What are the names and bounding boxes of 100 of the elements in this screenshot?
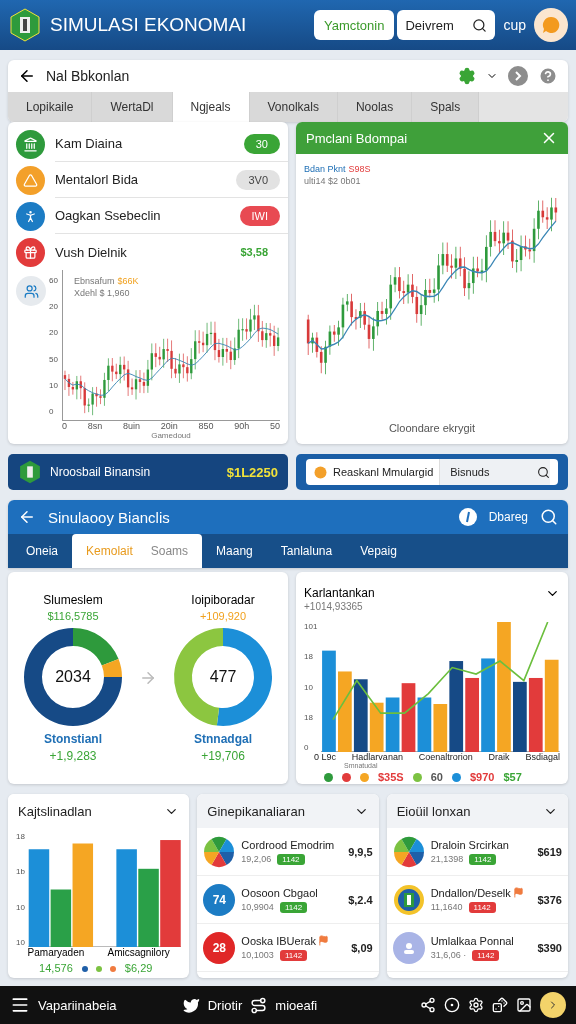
item-name[interactable]: Oagkan Ssebeclin	[55, 208, 161, 223]
axis-tick: 20	[49, 328, 58, 338]
axis-tick: 60	[49, 276, 58, 285]
group-label: Pamaryaden	[27, 947, 85, 958]
search-field[interactable]: Deivrem	[397, 10, 496, 40]
logo-icon	[8, 8, 42, 42]
tab[interactable]: Vonolkals	[249, 92, 338, 122]
axis-tick: 101	[304, 622, 318, 631]
axis-tick: 10	[304, 682, 314, 692]
row-sub: 10,1003	[241, 950, 274, 960]
dice-icon[interactable]	[492, 997, 508, 1013]
item-name[interactable]: Kam Diaina	[55, 136, 123, 151]
group-label: Amicsagnilory	[107, 947, 170, 958]
axis-tick: 0	[49, 406, 55, 416]
chart-label: Bdan Pknt	[304, 164, 346, 174]
donut-title: Ioipiboradar	[191, 593, 255, 607]
help-icon[interactable]	[538, 66, 558, 86]
tab[interactable]: Noolas	[337, 92, 413, 122]
chart-value: S98S	[348, 164, 371, 174]
info-icon[interactable]	[458, 508, 477, 526]
row-value: 9,9,5	[348, 845, 373, 858]
search-field[interactable]: Reaskanl Mmulargid Bisnuds	[306, 459, 558, 485]
row-name[interactable]: Cordrood Emodrim	[241, 838, 335, 851]
bar	[386, 697, 400, 753]
bar	[417, 697, 432, 753]
donut-value: $116,5785	[47, 610, 99, 622]
tab[interactable]: Oneia	[12, 534, 73, 568]
user-label: cup	[503, 17, 526, 33]
tab[interactable]: Maang	[202, 534, 267, 568]
tab[interactable]: Ngjeals	[172, 92, 250, 122]
item-name[interactable]: Vush Dielnik	[55, 244, 127, 260]
axis-label: Gamedoud	[151, 431, 191, 440]
pager-dots-icon[interactable]	[81, 966, 116, 972]
people-icon	[16, 276, 46, 306]
footer-link[interactable]: Driotir	[207, 997, 243, 1013]
axis-tick: 10	[16, 902, 25, 912]
row-name[interactable]: Draloin Srcirkan	[430, 838, 509, 851]
axis-tick: 90h	[234, 421, 250, 431]
chart-title: Karlantankan	[304, 586, 375, 601]
balance-value: $1L2250	[226, 464, 278, 480]
forward-icon[interactable]	[508, 66, 528, 86]
donut-value: +109,920	[199, 610, 247, 622]
donut-center: 477	[209, 668, 237, 686]
target-icon[interactable]	[444, 997, 460, 1013]
axis-tick: 850	[198, 421, 214, 431]
row-name[interactable]: Umlalkaa Ponnal	[430, 934, 514, 947]
axis-tick: 10	[49, 380, 58, 390]
share-icon[interactable]	[420, 997, 436, 1013]
logo-icon	[392, 883, 425, 916]
donut-center: 2034	[55, 668, 91, 686]
tab[interactable]: Spals	[412, 92, 480, 122]
legend-sub: Xdehl $ 1,960	[73, 288, 131, 298]
item-badge: IWI	[239, 205, 280, 226]
back-icon[interactable]	[18, 67, 36, 85]
footer-link[interactable]: mioeafi	[275, 997, 412, 1013]
donut-label: Stonstianl	[44, 732, 102, 746]
row-name[interactable]: Dndallon/Deselk	[430, 886, 511, 899]
row-name[interactable]: Oosoon Cbgaol	[241, 886, 318, 899]
row-sub: 31,6,06 ·	[430, 950, 467, 960]
chart-sub: ulti14 $2 0b01	[304, 176, 362, 186]
change-badge: 1142	[279, 901, 308, 913]
bar	[402, 683, 416, 753]
item-name[interactable]: Mentalorl Bida	[55, 172, 139, 187]
logo-icon	[18, 460, 42, 484]
donut-title: Slumeslem	[43, 593, 103, 607]
tab[interactable]: Vepaig	[346, 534, 411, 568]
tab[interactable]: Tanlaluna	[266, 534, 347, 568]
menu-icon[interactable]	[10, 995, 30, 1015]
item-badge: 3V0	[236, 169, 280, 190]
search-icon[interactable]	[472, 17, 488, 33]
row-name[interactable]: Ooska IBUerak	[241, 934, 316, 947]
legend-value: $35S	[378, 771, 404, 784]
avatar-icon[interactable]	[534, 8, 568, 42]
action-link[interactable]: Dbareg	[488, 510, 528, 524]
row-sub: 21,1398	[430, 854, 464, 864]
search-icon[interactable]	[537, 465, 550, 479]
row-value: $376	[537, 893, 562, 906]
card-title: Eioüil lonxan	[396, 803, 471, 819]
axis-label: Draik	[488, 752, 510, 763]
change-badge: 1142	[468, 901, 496, 913]
bird-icon[interactable]	[182, 996, 200, 1014]
axis-tick: 50	[49, 354, 58, 364]
tab[interactable]: Kemolait Soams	[72, 534, 203, 568]
route-icon[interactable]	[250, 996, 268, 1014]
change-badge: 1142	[279, 949, 308, 961]
axis-tick: 8sn	[87, 421, 103, 431]
row-value: $619	[537, 845, 562, 858]
item-badge: 30	[243, 133, 280, 154]
bar	[370, 702, 384, 753]
dialog-title: Pmclani Bdompai	[306, 130, 408, 146]
pie-chart-icon	[203, 835, 236, 868]
image-icon[interactable]	[516, 997, 532, 1013]
tab[interactable]: WertaDl	[92, 92, 173, 122]
chart-caption: Cloondare ekrygit	[388, 422, 476, 436]
avatar-icon[interactable]	[540, 992, 566, 1018]
tab[interactable]: Lopikaile	[8, 92, 93, 122]
axis-label: Coenaltrorion	[418, 752, 473, 763]
action-button[interactable]: Yamctonin	[313, 10, 395, 40]
number-badge: 74	[203, 883, 236, 916]
axis-tick: 20	[49, 302, 58, 312]
